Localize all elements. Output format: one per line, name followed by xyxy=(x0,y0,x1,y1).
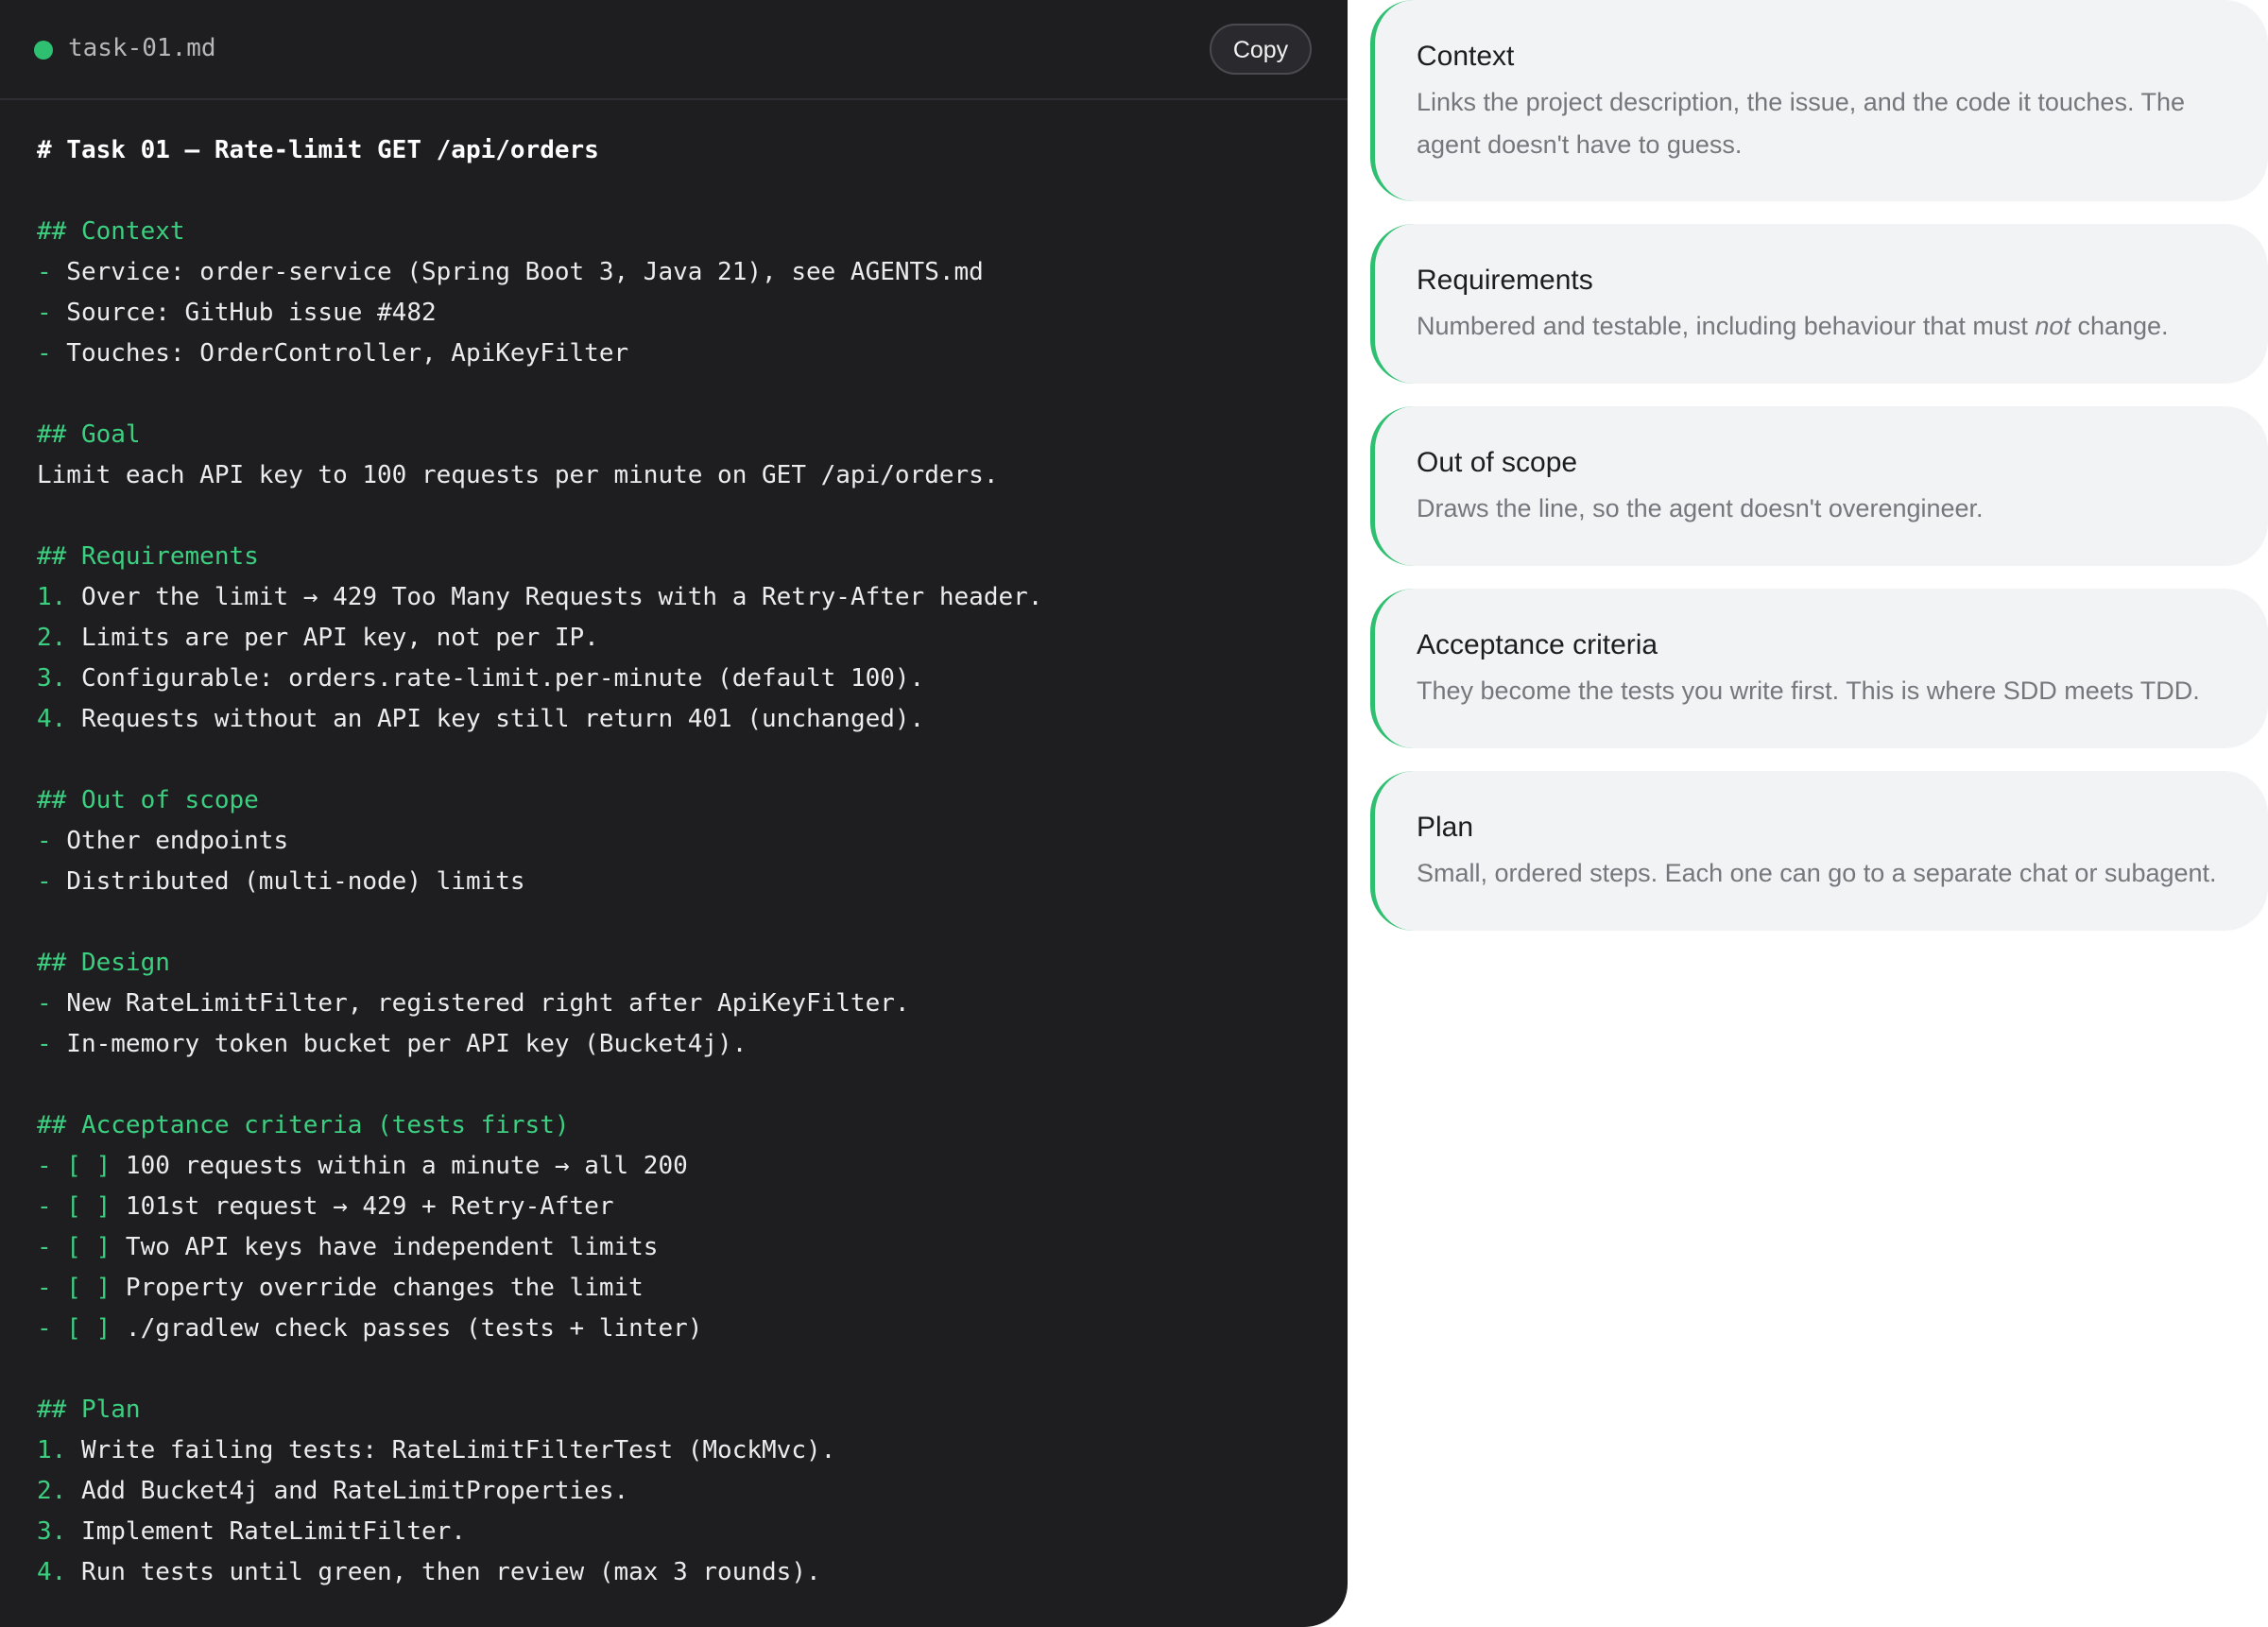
list-marker: - xyxy=(37,299,52,327)
list-item-text: 100 requests within a minute → all 200 xyxy=(111,1152,688,1180)
code-list-item: - [ ] Two API keys have independent limi… xyxy=(37,1227,1329,1268)
list-item-text: Distributed (multi-node) limits xyxy=(51,867,525,896)
card-title: Out of scope xyxy=(1417,447,1578,478)
list-marker: 1. xyxy=(37,1436,67,1464)
code-heading-2: ## Out of scope xyxy=(37,786,259,814)
code-list-item: - [ ] ./gradlew check passes (tests + li… xyxy=(37,1309,1329,1349)
code-list-item: - [ ] 101st request → 429 + Retry-After xyxy=(37,1187,1329,1227)
list-item-text: In-memory token bucket per API key (Buck… xyxy=(51,1030,747,1058)
card-acceptance-criteria: Acceptance criteria They become the test… xyxy=(1370,589,2268,748)
list-item-text: Source: GitHub issue #482 xyxy=(51,299,437,327)
card-context: Context Links the project description, t… xyxy=(1370,0,2268,201)
code-list-item: 4. Requests without an API key still ret… xyxy=(37,699,1329,740)
file-name: task-01.md xyxy=(68,34,216,62)
code-list-item: - Touches: OrderController, ApiKeyFilter xyxy=(37,334,1329,374)
list-item-text: Two API keys have independent limits xyxy=(111,1233,659,1261)
list-marker: - [ ] xyxy=(37,1192,112,1221)
list-marker: 3. xyxy=(37,664,67,693)
code-list-item: 2. Add Bucket4j and RateLimitProperties. xyxy=(37,1471,1329,1512)
list-item-text: Touches: OrderController, ApiKeyFilter xyxy=(51,339,629,368)
code-list-item: 1. Write failing tests: RateLimitFilterT… xyxy=(37,1430,1329,1471)
code-list-item: - [ ] Property override changes the limi… xyxy=(37,1268,1329,1309)
code-list-item: - New RateLimitFilter, registered right … xyxy=(37,984,1329,1024)
list-marker: 3. xyxy=(37,1517,67,1546)
list-item-text: Run tests until green, then review (max … xyxy=(66,1558,821,1586)
card-title: Context xyxy=(1417,41,1515,72)
code-list-item: - Distributed (multi-node) limits xyxy=(37,862,1329,902)
code-heading-2: ## Context xyxy=(37,217,185,246)
list-marker: 4. xyxy=(37,705,67,733)
status-dot-icon xyxy=(34,41,53,60)
list-item-text: Limits are per API key, not per IP. xyxy=(66,624,599,652)
list-item-text: ./gradlew check passes (tests + linter) xyxy=(111,1314,703,1343)
code-heading-2: ## Goal xyxy=(37,420,141,449)
list-marker: 4. xyxy=(37,1558,67,1586)
list-marker: 2. xyxy=(37,624,67,652)
markdown-code-block: # Task 01 — Rate-limit GET /api/orders ##… xyxy=(37,130,1329,1593)
annotation-cards: Context Links the project description, t… xyxy=(1370,0,2268,953)
list-marker: 2. xyxy=(37,1477,67,1505)
list-item-text: Implement RateLimitFilter. xyxy=(66,1517,466,1546)
list-item-text: Write failing tests: RateLimitFilterTest… xyxy=(66,1436,836,1464)
list-item-text: Configurable: orders.rate-limit.per-minu… xyxy=(66,664,925,693)
list-marker: - xyxy=(37,989,52,1018)
code-heading-2: ## Requirements xyxy=(37,542,259,571)
card-description: Draws the line, so the agent doesn't ove… xyxy=(1417,494,1984,522)
markdown-editor-panel: task-01.md Copy # Task 01 — Rate-limit G… xyxy=(0,0,1348,1627)
list-marker: - [ ] xyxy=(37,1152,112,1180)
card-title: Plan xyxy=(1417,812,1474,843)
list-marker: - xyxy=(37,827,52,855)
list-item-text: Other endpoints xyxy=(51,827,289,855)
list-marker: - xyxy=(37,1030,52,1058)
card-description: Links the project description, the issue… xyxy=(1417,88,2185,159)
code-list-item: - Service: order-service (Spring Boot 3,… xyxy=(37,252,1329,293)
card-title: Acceptance criteria xyxy=(1417,629,1658,660)
code-heading-2: ## Plan xyxy=(37,1396,141,1424)
list-marker: - xyxy=(37,258,52,286)
list-marker: - xyxy=(37,339,52,368)
code-list-item: 4. Run tests until green, then review (m… xyxy=(37,1552,1329,1593)
list-marker: - xyxy=(37,867,52,896)
list-item-text: Add Bucket4j and RateLimitProperties. xyxy=(66,1477,629,1505)
list-marker: - [ ] xyxy=(37,1233,112,1261)
list-marker: - [ ] xyxy=(37,1274,112,1302)
list-item-text: 101st request → 429 + Retry-After xyxy=(111,1192,614,1221)
code-list-item: 2. Limits are per API key, not per IP. xyxy=(37,618,1329,659)
copy-button[interactable]: Copy xyxy=(1210,24,1312,75)
editor-header: task-01.md Copy xyxy=(0,0,1348,100)
code-list-item: - [ ] 100 requests within a minute → all… xyxy=(37,1146,1329,1187)
card-description: They become the tests you write first. T… xyxy=(1417,676,2200,705)
code-list-item: 3. Configurable: orders.rate-limit.per-m… xyxy=(37,659,1329,699)
card-title: Requirements xyxy=(1417,265,1593,296)
list-item-text: Service: order-service (Spring Boot 3, J… xyxy=(51,258,984,286)
list-marker: 1. xyxy=(37,583,67,611)
code-list-item: - In-memory token bucket per API key (Bu… xyxy=(37,1024,1329,1065)
code-heading-1: # Task 01 — Rate-limit GET /api/orders xyxy=(37,136,599,164)
list-item-text: Requests without an API key still return… xyxy=(66,705,925,733)
code-list-item: - Source: GitHub issue #482 xyxy=(37,293,1329,334)
list-marker: - [ ] xyxy=(37,1314,112,1343)
emphasis-not: not xyxy=(2035,312,2070,340)
code-list-item: 1. Over the limit → 429 Too Many Request… xyxy=(37,577,1329,618)
code-heading-2: ## Acceptance criteria (tests first) xyxy=(37,1111,570,1139)
code-text-line: Limit each API key to 100 requests per m… xyxy=(37,461,999,489)
list-item-text: Property override changes the limit xyxy=(111,1274,644,1302)
list-item-text: Over the limit → 429 Too Many Requests w… xyxy=(66,583,1043,611)
card-plan: Plan Small, ordered steps. Each one can … xyxy=(1370,771,2268,931)
code-heading-2: ## Design xyxy=(37,949,170,977)
code-list-item: - Other endpoints xyxy=(37,821,1329,862)
card-description: Numbered and testable, including behavio… xyxy=(1417,312,2169,340)
card-out-of-scope: Out of scope Draws the line, so the agen… xyxy=(1370,406,2268,566)
list-item-text: New RateLimitFilter, registered right af… xyxy=(51,989,910,1018)
code-list-item: 3. Implement RateLimitFilter. xyxy=(37,1512,1329,1552)
card-requirements: Requirements Numbered and testable, incl… xyxy=(1370,224,2268,384)
card-description: Small, ordered steps. Each one can go to… xyxy=(1417,859,2217,887)
